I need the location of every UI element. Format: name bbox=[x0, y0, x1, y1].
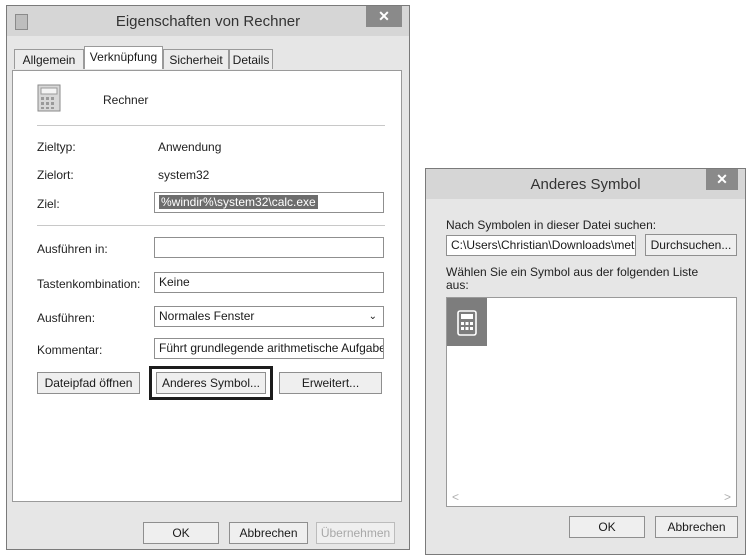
ausfuehren-value: Normales Fenster bbox=[159, 309, 255, 323]
zieltyp-value: Anwendung bbox=[158, 140, 222, 154]
symbol-list[interactable] bbox=[446, 297, 737, 507]
close-icon: ✕ bbox=[378, 8, 390, 24]
kommentar-label: Kommentar: bbox=[37, 343, 103, 357]
ziel-input[interactable]: %windir%\system32\calc.exe bbox=[154, 192, 384, 213]
properties-title: Eigenschaften von Rechner bbox=[115, 13, 301, 30]
durchsuchen-button[interactable]: Durchsuchen... bbox=[645, 234, 737, 256]
tab-verknuepfung[interactable]: Verknüpfung bbox=[84, 46, 163, 69]
symbol-abbrechen-button[interactable]: Abbrechen bbox=[655, 516, 738, 538]
ausfuehren-in-input[interactable] bbox=[154, 237, 384, 258]
tab-details[interactable]: Details bbox=[229, 49, 273, 69]
list-label: Wählen Sie ein Symbol aus der folgenden … bbox=[446, 265, 699, 292]
symbol-title: Anderes Symbol bbox=[530, 176, 641, 193]
close-button[interactable]: ✕ bbox=[706, 169, 738, 190]
ok-button[interactable]: OK bbox=[143, 522, 219, 544]
close-button[interactable]: ✕ bbox=[366, 6, 402, 27]
separator bbox=[37, 225, 385, 226]
uebernehmen-button[interactable]: Übernehmen bbox=[316, 522, 395, 544]
calculator-icon bbox=[457, 310, 477, 336]
zieltyp-label: Zieltyp: bbox=[37, 140, 76, 154]
symbol-ok-button[interactable]: OK bbox=[569, 516, 645, 538]
tab-sicherheit[interactable]: Sicherheit bbox=[163, 49, 229, 69]
zielort-value: system32 bbox=[158, 168, 210, 182]
separator bbox=[37, 125, 385, 126]
tastenkombination-label: Tastenkombination: bbox=[37, 277, 141, 291]
app-name: Rechner bbox=[103, 93, 149, 107]
search-label: Nach Symbolen in dieser Datei suchen: bbox=[446, 218, 657, 232]
tastenkombination-input[interactable]: Keine bbox=[154, 272, 384, 293]
list-item[interactable] bbox=[447, 298, 487, 346]
erweitert-button[interactable]: Erweitert... bbox=[279, 372, 382, 394]
zielort-label: Zielort: bbox=[37, 168, 74, 182]
calculator-icon bbox=[37, 84, 61, 112]
scroll-left-arrow[interactable]: < bbox=[452, 490, 459, 504]
properties-titlebar[interactable]: Eigenschaften von Rechner ✕ bbox=[7, 6, 409, 36]
chevron-down-icon: ⌄ bbox=[368, 311, 377, 322]
dateipfad-oeffnen-button[interactable]: Dateipfad öffnen bbox=[37, 372, 140, 394]
ausfuehren-in-label: Ausführen in: bbox=[37, 242, 108, 256]
ziel-label: Ziel: bbox=[37, 197, 60, 211]
symbol-titlebar[interactable]: Anderes Symbol ✕ bbox=[426, 169, 745, 199]
path-input[interactable]: C:\Users\Christian\Downloads\metr bbox=[446, 235, 636, 256]
scroll-right-arrow[interactable]: > bbox=[724, 490, 731, 504]
highlight-frame bbox=[149, 366, 273, 400]
tab-allgemein[interactable]: Allgemein bbox=[14, 49, 84, 69]
abbrechen-button[interactable]: Abbrechen bbox=[229, 522, 308, 544]
kommentar-input[interactable]: Führt grundlegende arithmetische Aufgabe… bbox=[154, 338, 384, 359]
ausfuehren-label: Ausführen: bbox=[37, 311, 96, 325]
ausfuehren-select[interactable]: Normales Fenster ⌄ bbox=[154, 306, 384, 327]
close-icon: ✕ bbox=[716, 171, 728, 187]
